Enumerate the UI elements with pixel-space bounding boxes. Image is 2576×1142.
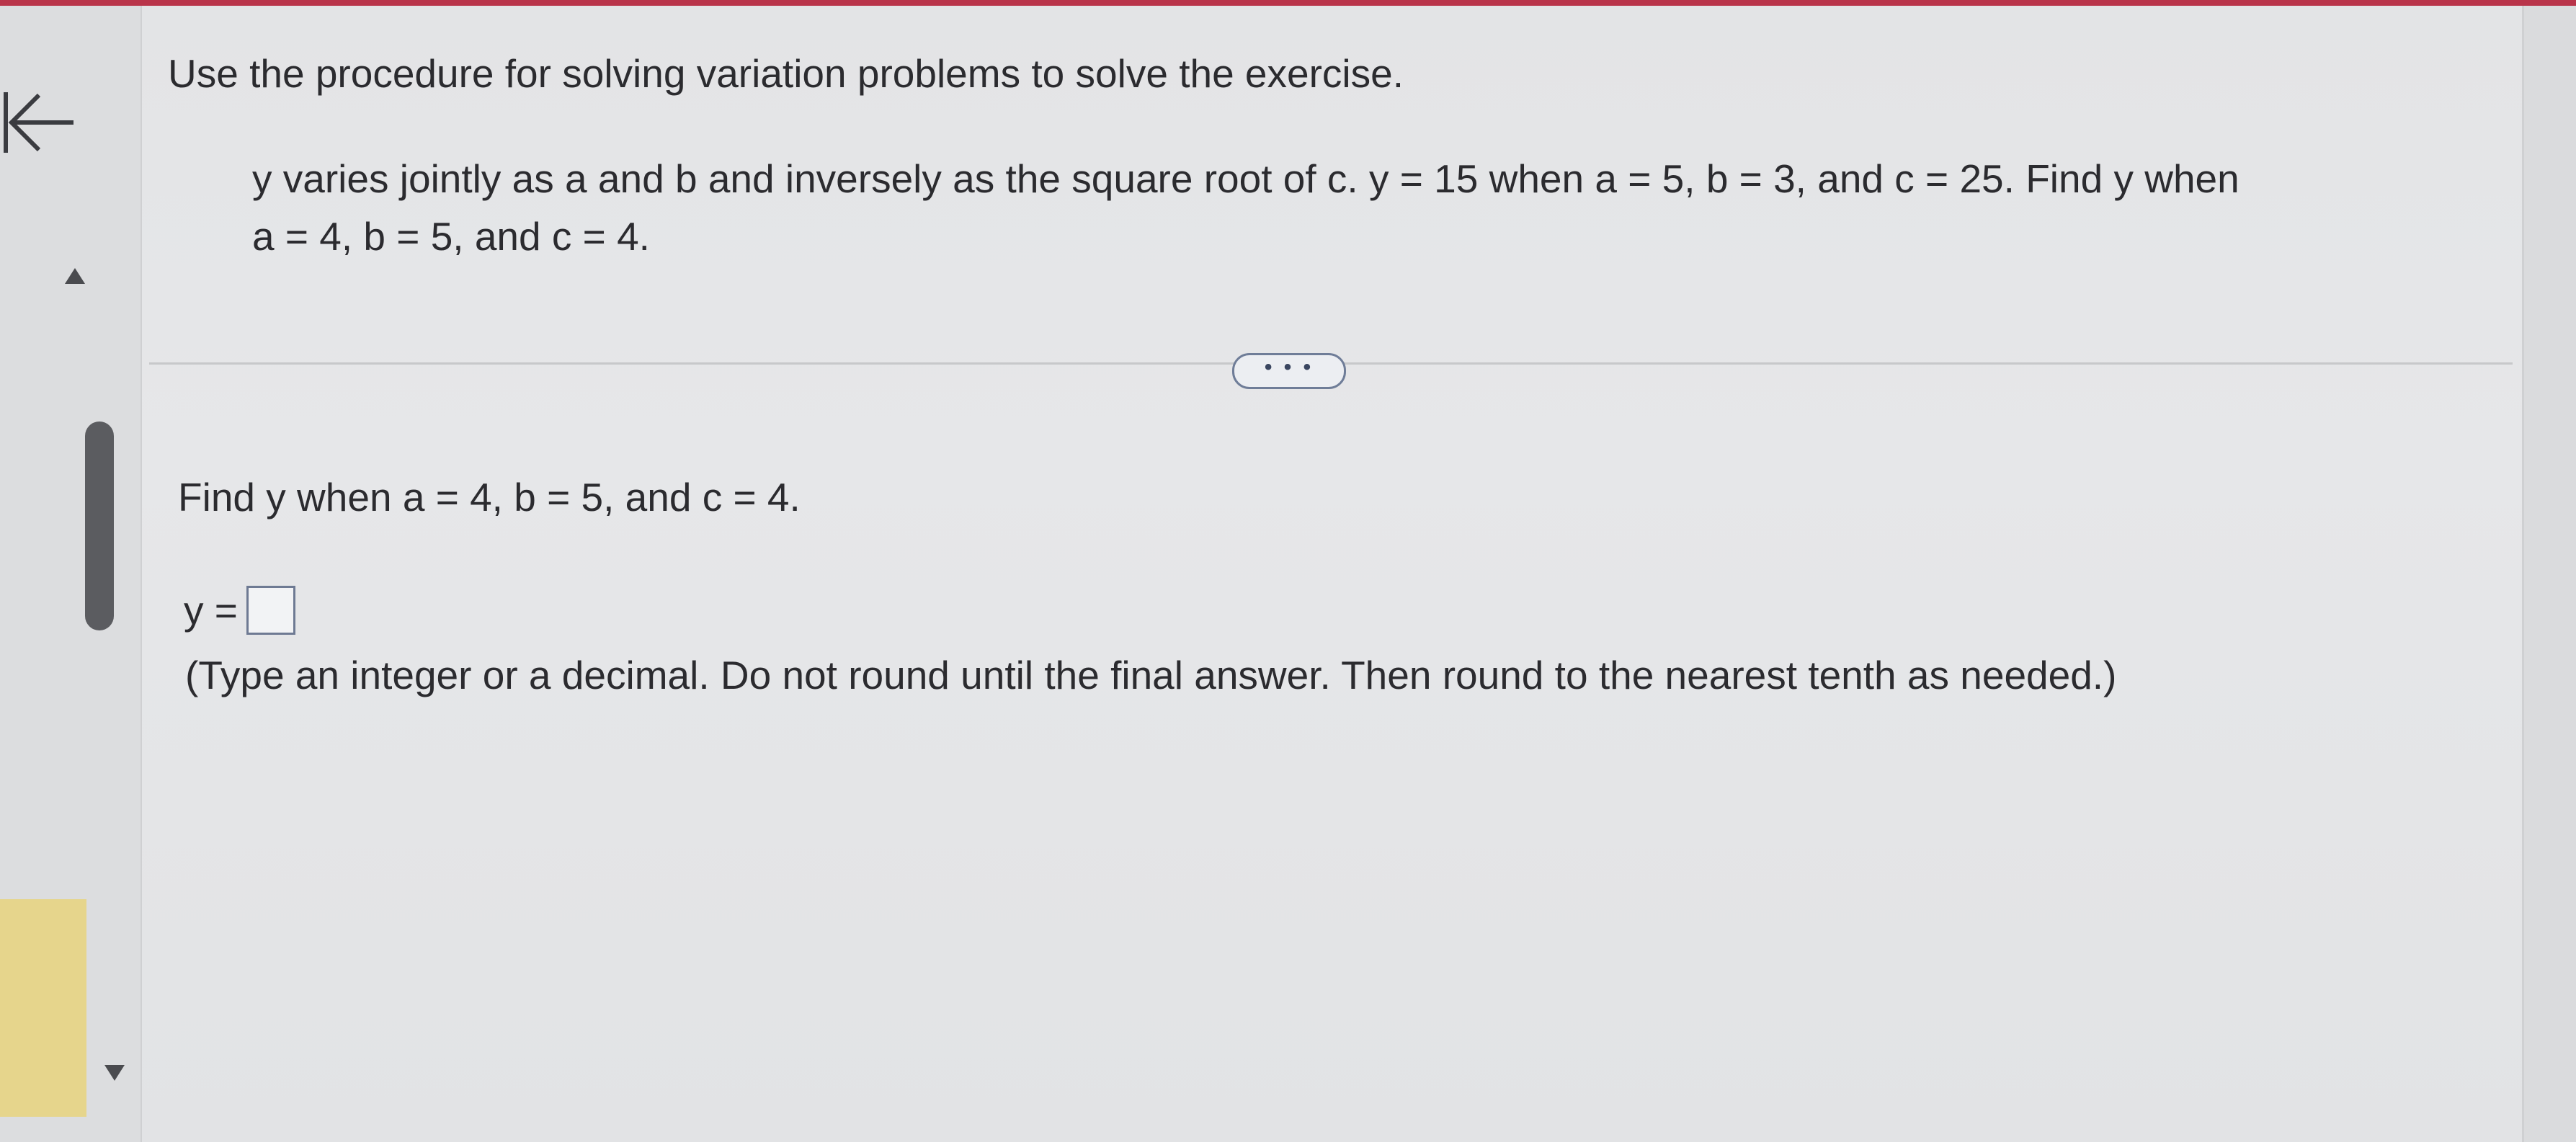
problem-statement: y varies jointly as a and b and inversel… xyxy=(252,150,2558,265)
answer-input[interactable] xyxy=(246,586,295,635)
answer-row: y = xyxy=(184,586,295,635)
instruction-text: Use the procedure for solving variation … xyxy=(168,51,1404,96)
problem-line-2: a = 4, b = 5, and c = 4. xyxy=(252,214,650,259)
side-panel-highlight xyxy=(0,899,86,1117)
expand-more-button[interactable]: • • • xyxy=(1232,353,1346,389)
scrollbar-thumb[interactable] xyxy=(85,421,114,630)
answer-hint: (Type an integer or a decimal. Do not ro… xyxy=(185,653,2117,697)
problem-line-1: y varies jointly as a and b and inversel… xyxy=(252,156,2239,201)
question-panel: Use the procedure for solving variation … xyxy=(141,6,2533,1142)
triangle-up-icon[interactable] xyxy=(65,268,85,284)
triangle-down-icon[interactable] xyxy=(104,1065,125,1081)
answer-prefix: y = xyxy=(184,588,238,633)
back-arrow-icon[interactable] xyxy=(1,86,81,166)
question-text: Find y when a = 4, b = 5, and c = 4. xyxy=(178,475,801,519)
screen: Use the procedure for solving variation … xyxy=(0,0,2576,1142)
top-accent-bar xyxy=(0,0,2576,6)
